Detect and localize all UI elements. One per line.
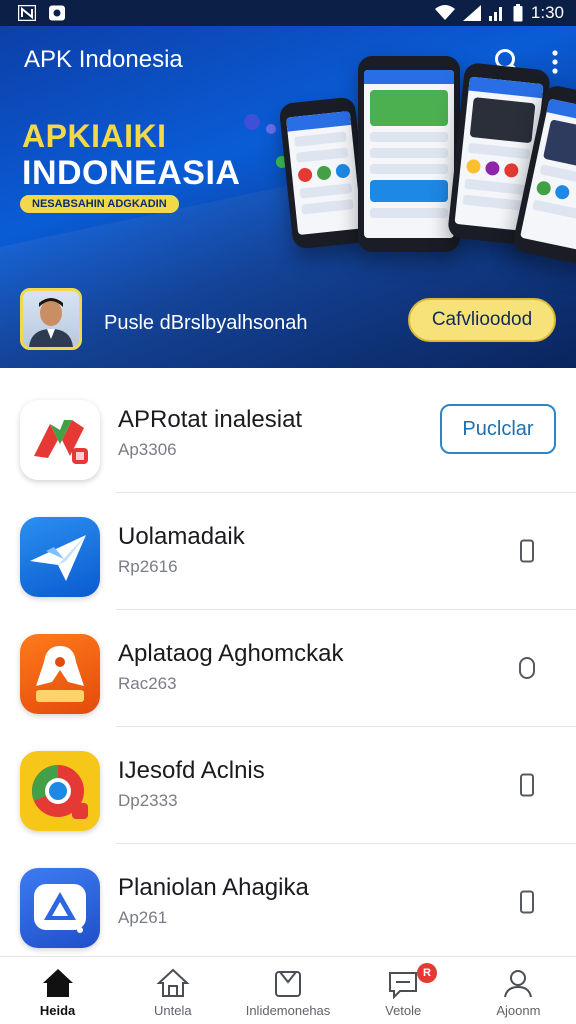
decor-bubble	[244, 114, 260, 130]
notification-n-icon	[18, 5, 36, 21]
phone-mockup	[278, 96, 370, 250]
app-subtitle: Ap261	[118, 908, 168, 927]
list-item[interactable]: IJesofd Aclnis Dp2333	[0, 727, 576, 844]
nav-item-account[interactable]: Ajoonm	[461, 957, 576, 1024]
blue-triangle-logo-icon	[20, 868, 100, 948]
person-photo-icon	[29, 298, 73, 347]
list-item[interactable]: APRotat inalesiat Ap3306 Puclclar	[0, 376, 576, 493]
app-title: APK Indonesia	[24, 46, 183, 73]
battery-icon	[513, 4, 523, 22]
status-time: 1:30	[530, 3, 564, 22]
status-left	[18, 5, 66, 21]
status-bar: 1:30	[0, 0, 576, 26]
person-icon	[504, 970, 533, 998]
signal-bars-icon	[488, 7, 502, 21]
more-vert-icon[interactable]	[552, 50, 558, 74]
status-right: 1:30	[434, 3, 564, 23]
nav-item-messages[interactable]: R Vetole	[346, 957, 461, 1024]
app-subtitle: Dp2333	[118, 791, 178, 810]
phone-mockup	[358, 56, 460, 252]
banner-headline-line2: INDONEASIA	[22, 154, 241, 192]
phone-device-icon[interactable]	[518, 773, 536, 797]
nav-label: Inlidemonehas	[245, 1003, 331, 1018]
app-name: Aplataog Aghomckak	[118, 640, 344, 667]
app-subtitle: Rp2616	[118, 557, 178, 576]
app-name: IJesofd Aclnis	[118, 757, 265, 784]
nav-label: Heida	[39, 1003, 76, 1018]
home-icon	[42, 969, 73, 997]
nav-item-untela[interactable]: Untela	[115, 957, 230, 1024]
banner-tagline: NESABSAHIN ADGKADIN	[20, 195, 179, 213]
nav-item-home[interactable]: Heida	[0, 957, 115, 1024]
message-icon	[389, 972, 418, 999]
orange-app-logo-icon	[20, 634, 100, 714]
phone-device-icon[interactable]	[518, 539, 536, 563]
inbox-icon	[275, 971, 301, 997]
decor-bubble	[266, 124, 276, 134]
banner-headline-line1: APKIAIKI	[22, 118, 167, 154]
app-action-button[interactable]: Puclclar	[440, 404, 556, 454]
notification-app-icon	[49, 5, 65, 21]
list-item[interactable]: Aplataog Aghomckak Rac263	[0, 610, 576, 727]
phone-device-icon[interactable]	[518, 890, 536, 914]
blue-paper-plane-icon	[20, 517, 100, 597]
cta-button[interactable]: Cafvlioodod	[408, 298, 556, 342]
bottom-nav: Heida Untela Inlidemonehas R Vetole Ajoo…	[0, 956, 576, 1024]
signal-icon	[462, 5, 481, 21]
yellow-chrome-style-icon	[20, 751, 100, 831]
nav-label: Vetole	[385, 1003, 422, 1018]
app-name: Planiolan Ahagika	[118, 874, 309, 901]
nav-label: Untela	[154, 1003, 192, 1018]
lock-device-icon[interactable]	[518, 656, 536, 680]
red-green-n-logo-icon	[20, 400, 100, 480]
nav-item-inbox[interactable]: Inlidemonehas	[230, 957, 345, 1024]
app-subtitle: Rac263	[118, 674, 177, 693]
promo-text: Pusle dBrslbyalhsonah	[104, 312, 308, 334]
app-name: APRotat inalesiat	[118, 406, 303, 433]
wifi-icon	[434, 5, 455, 20]
home-outline-icon	[156, 968, 190, 997]
app-name: Uolamadaik	[118, 523, 245, 550]
nav-label: Ajoonm	[496, 1003, 541, 1018]
avatar	[20, 288, 82, 350]
list-item[interactable]: Planiolan Ahagika Ap261	[0, 844, 576, 961]
hero-banner: APK Indonesia APKIAIKI INDONEASIA NESABS…	[0, 26, 576, 368]
app-subtitle: Ap3306	[118, 440, 177, 459]
notification-badge: R	[417, 963, 438, 983]
list-item[interactable]: Uolamadaik Rp2616	[0, 493, 576, 610]
